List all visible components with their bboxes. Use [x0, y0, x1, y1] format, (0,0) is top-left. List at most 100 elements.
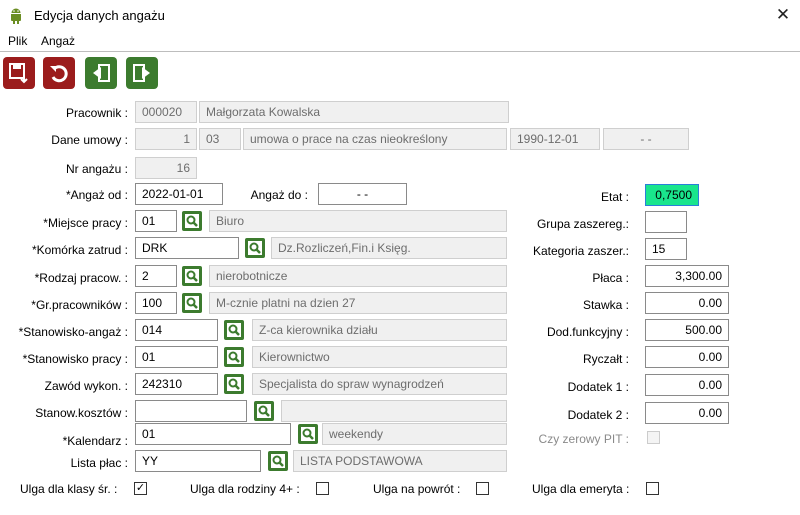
ulga-klasy-sr-checkbox[interactable]: ✓	[134, 482, 147, 495]
zerowy-pit-label: Czy zerowy PIT :	[538, 432, 629, 446]
grupa-input[interactable]	[645, 211, 687, 233]
magnifier-icon	[257, 404, 271, 418]
dod-funkcyjny-label: Dod.funkcyjny :	[546, 325, 629, 339]
stanowisko-angaz-code[interactable]: 014	[135, 319, 218, 341]
nr-angazu-label: Nr angażu :	[65, 162, 128, 176]
gr-pracownikow-code[interactable]: 100	[135, 292, 177, 314]
rodzaj-pracow-code[interactable]: 2	[135, 265, 177, 287]
dodatek2-label: Dodatek 2 :	[567, 408, 629, 422]
next-record-button[interactable]	[126, 57, 158, 89]
miejsce-pracy-label: *Miejsce pracy :	[43, 216, 128, 230]
menu-bar	[0, 32, 800, 52]
etat-label: Etat :	[600, 190, 629, 204]
ulga-rodziny-label: Ulga dla rodziny 4+ :	[190, 482, 300, 496]
save-icon	[9, 63, 28, 84]
zerowy-pit-checkbox[interactable]	[647, 431, 660, 444]
komorka-search-button[interactable]	[245, 238, 265, 258]
ulga-powrot-checkbox[interactable]	[476, 482, 489, 495]
miejsce-pracy-name: Biuro	[209, 210, 507, 232]
stanow-kosztow-search-button[interactable]	[254, 401, 274, 421]
stawka-label: Stawka :	[582, 298, 629, 312]
rodzaj-pracow-search-button[interactable]	[182, 266, 202, 286]
placa-input[interactable]: 3,300.00	[645, 265, 729, 287]
stanow-kosztow-name	[281, 400, 507, 422]
lista-plac-label: Lista płac :	[70, 456, 128, 470]
zawod-label: Zawód wykon. :	[44, 379, 128, 393]
nr-angazu-value: 16	[135, 157, 197, 179]
kalendarz-code[interactable]: 01	[135, 423, 291, 445]
dodatek1-label: Dodatek 1 :	[567, 380, 629, 394]
android-icon	[9, 8, 23, 24]
komorka-name: Dz.Rozliczeń,Fin.i Księg.	[271, 237, 507, 259]
magnifier-icon	[227, 350, 241, 364]
etat-input[interactable]: 0,7500	[645, 184, 699, 206]
rodzaj-pracow-name: nierobotnicze	[209, 265, 507, 287]
ryczalt-input[interactable]: 0.00	[645, 346, 729, 368]
prev-record-button[interactable]	[85, 57, 117, 89]
magnifier-icon	[227, 323, 241, 337]
umowa-number: 1	[135, 128, 197, 150]
magnifier-icon	[248, 241, 262, 255]
ryczalt-label: Ryczałt :	[582, 352, 629, 366]
magnifier-icon	[185, 269, 199, 283]
grupa-label: Grupa zaszereg.:	[536, 217, 629, 231]
ulga-rodziny-checkbox[interactable]	[316, 482, 329, 495]
stanowisko-angaz-name: Z-ca kierownika działu	[252, 319, 507, 341]
kalendarz-search-button[interactable]	[298, 424, 318, 444]
dodatek1-input[interactable]: 0.00	[645, 374, 729, 396]
close-icon[interactable]: ✕	[772, 4, 794, 26]
next-record-icon	[133, 64, 150, 82]
angaz-do-label: Angaż do :	[250, 188, 308, 202]
pracownik-name: Małgorzata Kowalska	[199, 101, 509, 123]
undo-icon	[50, 65, 68, 83]
magnifier-icon	[227, 377, 241, 391]
kategoria-label: Kategoria zaszer.:	[532, 244, 629, 258]
magnifier-icon	[271, 454, 285, 468]
lista-plac-search-button[interactable]	[268, 451, 288, 471]
umowa-type-code: 03	[199, 128, 241, 150]
window-title: Edycja danych angażu	[34, 8, 165, 23]
lista-plac-name: LISTA PODSTAWOWA	[293, 450, 507, 472]
stanowisko-pracy-code[interactable]: 01	[135, 346, 218, 368]
gr-pracownikow-name: M-cznie platni na dzien 27	[209, 292, 507, 314]
undo-button[interactable]	[43, 57, 75, 89]
stanow-kosztow-label: Stanow.kosztów :	[35, 406, 128, 420]
stawka-input[interactable]: 0.00	[645, 292, 729, 314]
dod-funkcyjny-input[interactable]: 500.00	[645, 319, 729, 341]
komorka-code[interactable]: DRK	[135, 237, 239, 259]
ulga-emeryta-checkbox[interactable]	[646, 482, 659, 495]
zawod-code[interactable]: 242310	[135, 373, 218, 395]
placa-label: Płaca :	[592, 271, 629, 285]
prev-record-icon	[93, 64, 110, 82]
magnifier-icon	[301, 427, 315, 441]
ulga-powrot-label: Ulga na powrót :	[373, 482, 461, 496]
stanow-kosztow-code[interactable]	[135, 400, 247, 422]
stanowisko-angaz-search-button[interactable]	[224, 320, 244, 340]
dodatek2-input[interactable]: 0.00	[645, 402, 729, 424]
zawod-search-button[interactable]	[224, 374, 244, 394]
kalendarz-name: weekendy	[322, 423, 507, 445]
angaz-od-label: *Angaż od :	[65, 188, 128, 202]
menu-engagement[interactable]: Angaż	[41, 33, 75, 49]
lista-plac-code[interactable]: YY	[135, 450, 261, 472]
gr-pracownikow-label: *Gr.pracowników :	[31, 298, 128, 312]
zawod-name: Specjalista do spraw wynagrodzeń	[252, 373, 507, 395]
umowa-label: Dane umowy :	[51, 133, 128, 147]
menu-file[interactable]: Plik	[8, 33, 27, 49]
angaz-od-input[interactable]: 2022-01-01	[135, 183, 223, 205]
miejsce-pracy-search-button[interactable]	[182, 211, 202, 231]
miejsce-pracy-code[interactable]: 01	[135, 210, 177, 232]
save-button[interactable]	[3, 57, 35, 89]
umowa-type-name: umowa o prace na czas nieokreślony	[243, 128, 507, 150]
stanowisko-pracy-name: Kierownictwo	[252, 346, 507, 368]
umowa-date-to: - -	[603, 128, 689, 150]
pracownik-label: Pracownik :	[65, 106, 128, 120]
magnifier-icon	[185, 296, 199, 310]
komorka-label: *Komórka zatrud :	[31, 243, 128, 257]
angaz-do-input[interactable]: - -	[318, 183, 407, 205]
kategoria-input[interactable]: 15	[645, 238, 687, 260]
pracownik-code: 000020	[135, 101, 197, 123]
kalendarz-label: *Kalendarz :	[62, 434, 128, 448]
gr-pracownikow-search-button[interactable]	[182, 293, 202, 313]
stanowisko-pracy-search-button[interactable]	[224, 347, 244, 367]
